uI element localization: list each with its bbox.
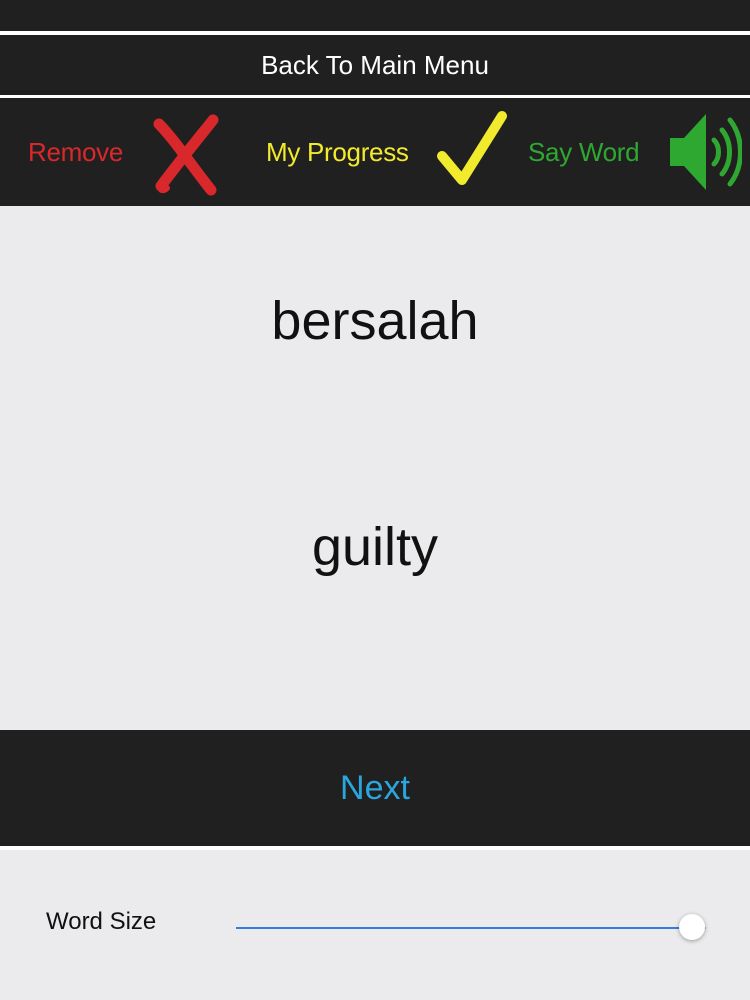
speaker-icon bbox=[670, 114, 742, 190]
remove-label: Remove bbox=[28, 136, 124, 167]
flashcard-screen: Back To Main Menu Remove My Progress Say… bbox=[0, 0, 750, 1000]
action-toolbar: Remove My Progress Say Word bbox=[0, 98, 750, 206]
foreign-word: bersalah bbox=[271, 291, 479, 351]
slider-fill bbox=[236, 927, 692, 929]
back-to-main-menu-label: Back To Main Menu bbox=[261, 49, 489, 80]
word-size-label: Word Size bbox=[46, 908, 157, 935]
next-button[interactable]: Next bbox=[0, 730, 750, 846]
my-progress-button[interactable]: My Progress bbox=[266, 98, 511, 206]
say-word-button[interactable]: Say Word bbox=[528, 98, 743, 206]
x-mark-icon bbox=[153, 114, 219, 196]
next-label: Next bbox=[340, 768, 410, 807]
word-size-slider[interactable] bbox=[236, 910, 706, 944]
settings-panel: Word Size bbox=[0, 850, 750, 1000]
remove-button[interactable]: Remove bbox=[28, 98, 228, 206]
translation-word: guilty bbox=[311, 517, 439, 577]
slider-thumb[interactable] bbox=[678, 914, 705, 940]
back-to-main-menu-button[interactable]: Back To Main Menu bbox=[0, 35, 750, 95]
say-word-label: Say Word bbox=[528, 136, 640, 167]
checkmark-icon bbox=[437, 111, 507, 185]
my-progress-label: My Progress bbox=[266, 136, 409, 167]
status-strip bbox=[0, 0, 750, 31]
flashcard bbox=[0, 206, 750, 730]
